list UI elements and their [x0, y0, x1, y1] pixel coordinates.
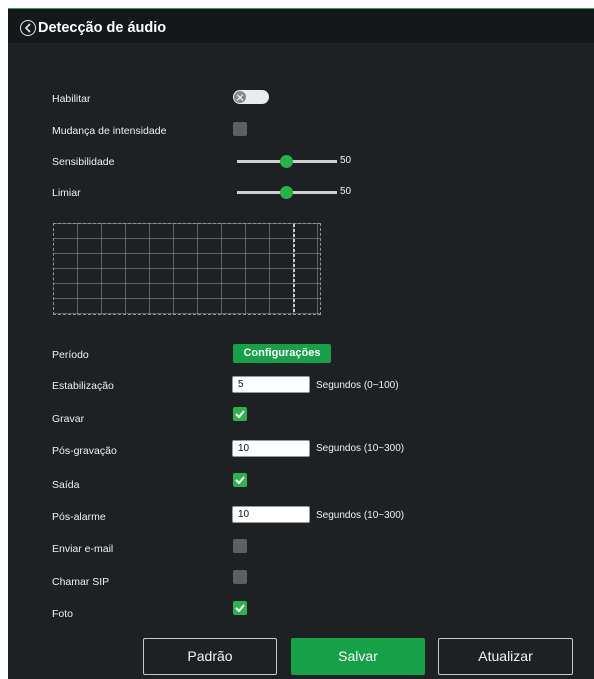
pos-gravacao-label: Pós-gravação: [52, 445, 117, 457]
pos-alarme-unit: Segundos (10~300): [316, 510, 405, 521]
gravar-checkbox[interactable]: [233, 407, 247, 421]
threshold-marker: [293, 224, 295, 314]
sensibilidade-label: Sensibilidade: [52, 156, 115, 168]
periodo-label: Período: [52, 349, 89, 361]
limiar-label: Limiar: [52, 187, 81, 199]
foto-label: Foto: [52, 608, 74, 620]
slider-thumb[interactable]: [280, 186, 293, 199]
sensibilidade-slider[interactable]: [237, 155, 337, 168]
audio-detection-panel: Detecção de áudio Habilitar Mudança de i…: [8, 8, 594, 679]
salvar-button[interactable]: Salvar: [291, 638, 425, 675]
check-icon: [235, 410, 245, 418]
pos-alarme-input[interactable]: [232, 506, 310, 523]
mudanca-intensidade-checkbox[interactable]: [233, 122, 247, 136]
page-title: Detecção de áudio: [38, 20, 167, 36]
check-icon: [235, 476, 245, 484]
limiar-value: 50: [340, 186, 352, 197]
padrao-button[interactable]: Padrão: [143, 638, 277, 675]
estabilizacao-label: Estabilização: [52, 380, 114, 392]
pos-alarme-label: Pós-alarme: [52, 511, 106, 523]
configuracoes-button[interactable]: Configurações: [233, 344, 331, 363]
check-icon: [235, 604, 245, 612]
habilitar-toggle[interactable]: [233, 90, 269, 104]
audio-level-graph: [53, 223, 321, 315]
foto-checkbox[interactable]: [233, 601, 247, 615]
enviar-email-checkbox[interactable]: [233, 539, 247, 553]
enviar-email-label: Enviar e-mail: [52, 543, 114, 555]
pos-gravacao-unit: Segundos (10~300): [316, 443, 405, 454]
estabilizacao-unit: Segundos (0~100): [316, 380, 399, 391]
gravar-label: Gravar: [52, 413, 85, 425]
back-icon[interactable]: [20, 20, 36, 36]
pos-gravacao-input[interactable]: [232, 440, 310, 457]
chamar-sip-checkbox[interactable]: [233, 570, 247, 584]
atualizar-button[interactable]: Atualizar: [438, 638, 573, 675]
header-bar: Detecção de áudio: [8, 9, 594, 43]
habilitar-label: Habilitar: [52, 93, 91, 105]
saida-label: Saída: [52, 479, 80, 491]
slider-thumb[interactable]: [280, 155, 293, 168]
chamar-sip-label: Chamar SIP: [52, 576, 110, 588]
estabilizacao-input[interactable]: [232, 376, 310, 393]
limiar-slider[interactable]: [237, 186, 337, 199]
saida-checkbox[interactable]: [233, 473, 247, 487]
mudanca-intensidade-label: Mudança de intensidade: [52, 125, 167, 137]
sensibilidade-value: 50: [340, 155, 352, 166]
toggle-off-icon: [234, 91, 246, 103]
